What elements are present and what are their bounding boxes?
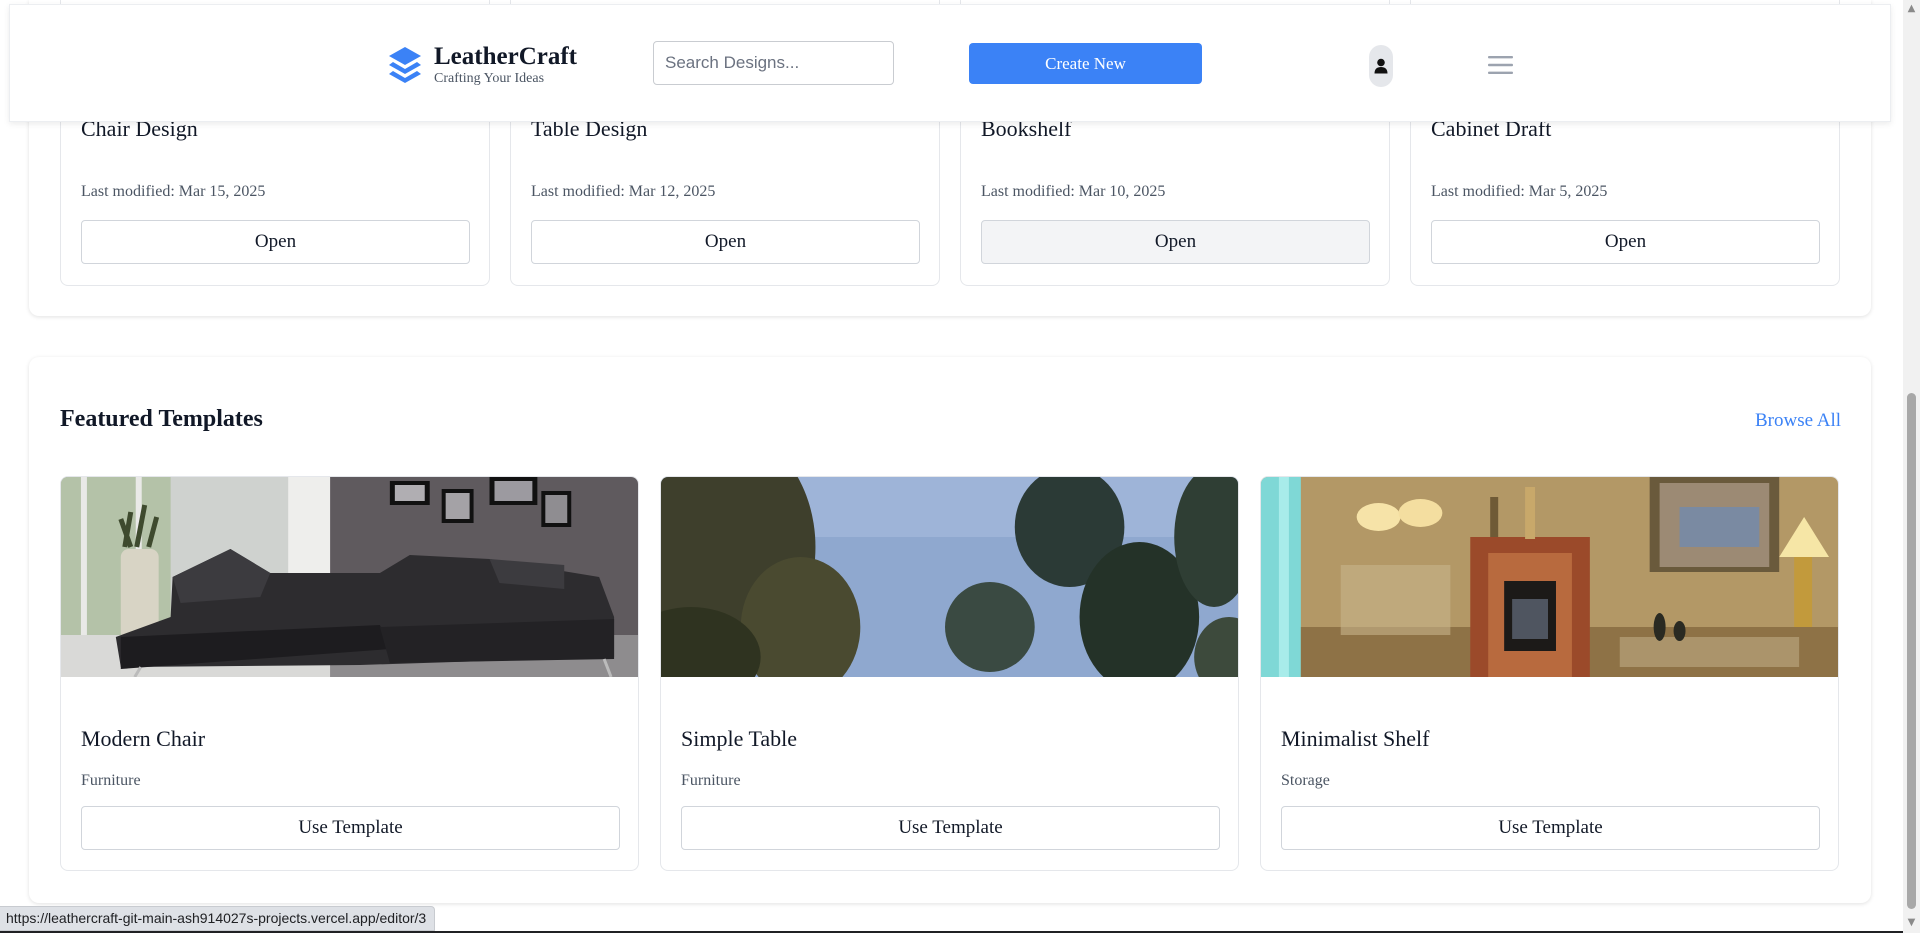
- template-card: Modern Chair Furniture Use Template: [60, 476, 639, 871]
- design-modified-date: Last modified: Mar 5, 2025: [1431, 183, 1608, 200]
- template-category: Furniture: [681, 772, 741, 789]
- scroll-down-arrow-icon[interactable]: ▼: [1907, 918, 1916, 928]
- logo[interactable]: LeatherCraft Crafting Your Ideas: [388, 43, 577, 87]
- template-card: Minimalist Shelf Storage Use Template: [1260, 476, 1839, 871]
- featured-templates-section: Featured Templates Browse All Modern Cha…: [29, 357, 1871, 903]
- design-modified-date: Last modified: Mar 12, 2025: [531, 183, 716, 200]
- brand-name: LeatherCraft: [434, 43, 577, 70]
- use-template-button[interactable]: Use Template: [1281, 806, 1820, 850]
- open-design-button[interactable]: Open: [981, 220, 1370, 264]
- status-bar-url: https://leathercraft-git-main-ash914027s…: [0, 906, 436, 931]
- template-image-sofa: [61, 477, 638, 677]
- open-design-button[interactable]: Open: [1431, 220, 1820, 264]
- layers-icon: [389, 47, 421, 83]
- use-template-button[interactable]: Use Template: [81, 806, 620, 850]
- user-icon: [1374, 58, 1388, 74]
- section-title: Featured Templates: [60, 406, 263, 432]
- template-category: Furniture: [81, 772, 141, 789]
- template-image-tree-sky: [661, 477, 1238, 677]
- design-modified-date: Last modified: Mar 15, 2025: [81, 183, 266, 200]
- template-name: Modern Chair: [81, 726, 206, 751]
- user-profile-button[interactable]: [1369, 45, 1393, 87]
- template-category: Storage: [1281, 772, 1330, 789]
- browse-all-link[interactable]: Browse All: [1755, 410, 1841, 432]
- vertical-scrollbar[interactable]: ▲ ▼: [1903, 0, 1920, 933]
- scroll-up-arrow-icon[interactable]: ▲: [1907, 4, 1916, 14]
- template-card: Simple Table Furniture Use Template: [660, 476, 1239, 871]
- hamburger-menu-button[interactable]: [1488, 55, 1513, 75]
- scrollbar-thumb[interactable]: [1907, 393, 1916, 909]
- open-design-button[interactable]: Open: [531, 220, 920, 264]
- create-new-button[interactable]: Create New: [969, 43, 1202, 84]
- template-image-living-room: [1261, 477, 1838, 677]
- open-design-button[interactable]: Open: [81, 220, 470, 264]
- design-modified-date: Last modified: Mar 10, 2025: [981, 183, 1166, 200]
- top-navbar: LeatherCraft Crafting Your Ideas Create …: [9, 4, 1891, 122]
- menu-icon: [1488, 56, 1513, 74]
- use-template-button[interactable]: Use Template: [681, 806, 1220, 850]
- brand-tagline: Crafting Your Ideas: [434, 71, 545, 86]
- template-name: Minimalist Shelf: [1281, 726, 1430, 751]
- template-name: Simple Table: [681, 726, 797, 751]
- search-input[interactable]: [653, 41, 894, 85]
